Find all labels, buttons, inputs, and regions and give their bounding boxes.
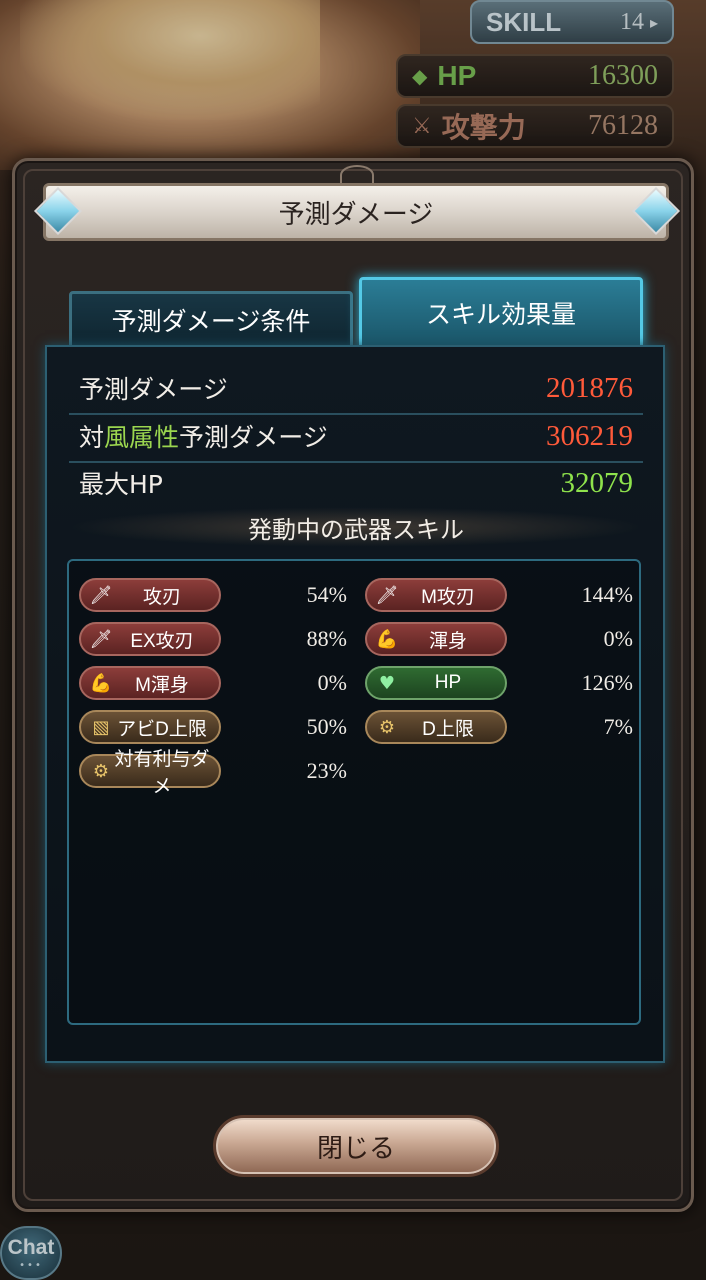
skill-percent: 0%: [317, 670, 347, 695]
skill-effect-panel: 予測ダメージ 201876 対風属性予測ダメージ 306219 最大HP 320…: [45, 345, 665, 1063]
skill-item: 💪 渾身 0%: [365, 621, 633, 657]
skill-item: 🗡 EX攻刃 88%: [79, 621, 347, 657]
close-label: 閉じる: [316, 1133, 395, 1164]
heart-icon: ♥: [378, 672, 396, 694]
tab-label: スキル効果量: [425, 300, 576, 329]
damage-label: 予測ダメージ: [79, 375, 228, 404]
weapon-skills-heading: 発動中の武器スキル: [69, 507, 643, 547]
skill-item: ▧ アビD上限 50%: [79, 709, 347, 745]
skill-badge: 💪 渾身: [365, 622, 507, 656]
max-hp-row: 最大HP 32079: [69, 460, 643, 506]
max-hp-value: 32079: [560, 466, 634, 499]
skill-percent: 88%: [306, 626, 347, 651]
modal-title-bar: 予測ダメージ: [43, 183, 669, 241]
skill-badge: ▧ アビD上限: [79, 710, 221, 744]
skill-badge: 💪 M渾身: [79, 666, 221, 700]
damage-value: 201876: [546, 371, 633, 404]
skill-badge: 🗡 攻刃: [79, 578, 221, 612]
skill-item: ⚙ D上限 7%: [365, 709, 633, 745]
predicted-damage-modal: 予測ダメージ 予測ダメージ条件 スキル効果量 予測ダメージ 201876 対風属…: [12, 158, 694, 1212]
tab-damage-conditions[interactable]: 予測ダメージ条件: [69, 291, 353, 349]
skill-badge: ⚙ 対有利与ダメ: [79, 749, 221, 797]
skill-item: 💪 M渾身 0%: [79, 665, 347, 701]
weapon-skills-list: 🗡 攻刃 54% 🗡 EX攻刃 88% 💪 M渾身 0% ▧ アビD上限 50% ⚙ 対有…: [67, 559, 641, 1025]
skill-percent: 23%: [306, 758, 347, 783]
close-button[interactable]: 閉じる: [213, 1115, 499, 1177]
sword-icon: 🗡: [375, 584, 399, 606]
skill-percent: 54%: [306, 582, 347, 607]
skill-item: ⚙ 対有利与ダメ 23%: [79, 749, 347, 797]
skill-percent: 126%: [581, 670, 633, 695]
gear-icon: ⚙: [378, 716, 396, 738]
crown-ornament-icon: [340, 165, 374, 185]
skill-item: 🗡 攻刃 54%: [79, 577, 347, 613]
damage-row: 予測ダメージ 201876: [69, 365, 643, 411]
skill-percent: 0%: [603, 626, 633, 651]
wind-damage-value: 306219: [546, 419, 633, 452]
max-hp-label: 最大HP: [79, 470, 163, 499]
tab-skill-effect[interactable]: スキル効果量: [359, 277, 643, 349]
skill-percent: 144%: [581, 582, 633, 607]
wind-damage-row: 対風属性予測ダメージ 306219: [69, 413, 643, 459]
sword-icon: 🗡: [89, 584, 113, 606]
gear-icon: ⚙: [92, 760, 110, 782]
flex-arm-icon: 💪: [89, 672, 113, 694]
tab-label: 予測ダメージ条件: [111, 307, 311, 336]
skill-badge: 🗡 EX攻刃: [79, 622, 221, 656]
ability-icon: ▧: [92, 716, 110, 738]
modal-title: 予測ダメージ: [278, 199, 434, 230]
sword-icon: 🗡: [89, 628, 113, 650]
skill-item: ♥ HP 126%: [365, 665, 633, 701]
skill-percent: 50%: [306, 714, 347, 739]
skill-badge: ⚙ D上限: [365, 710, 507, 744]
skill-item: 🗡 M攻刃 144%: [365, 577, 633, 613]
skill-percent: 7%: [603, 714, 633, 739]
flex-arm-icon: 💪: [375, 628, 399, 650]
wind-damage-label: 対風属性予測ダメージ: [79, 423, 328, 452]
skill-badge: 🗡 M攻刃: [365, 578, 507, 612]
skill-badge: ♥ HP: [365, 666, 507, 700]
